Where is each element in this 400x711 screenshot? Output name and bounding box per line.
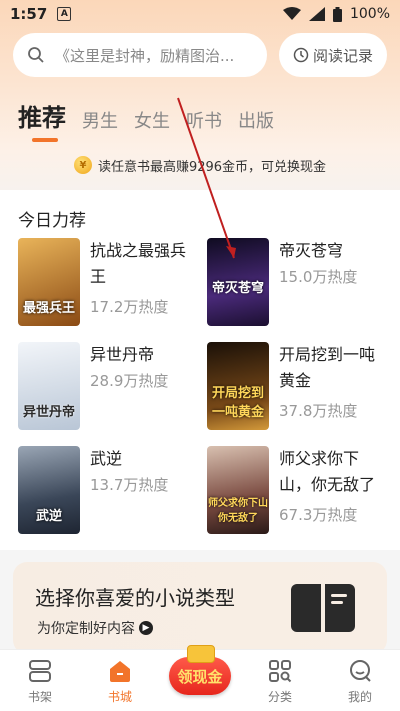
nav-profile[interactable]: 我的: [320, 650, 400, 711]
book-cover[interactable]: 师父求你下山你无敌了: [207, 446, 269, 534]
tab-published[interactable]: 出版: [238, 107, 274, 133]
coin-promo-banner[interactable]: ¥ 读任意书最高赚9296金币，可兑换现金: [0, 148, 400, 182]
tab-female[interactable]: 女生: [134, 107, 170, 133]
book-title: 师父求你下山，你无敌了: [279, 449, 376, 494]
nav-category[interactable]: 分类: [240, 650, 320, 711]
bookshelf-icon: [29, 660, 51, 682]
clock-icon: [293, 47, 309, 63]
bottom-nav: 书架 书城 领现金 分类 我的: [0, 645, 400, 711]
category-icon: [269, 660, 292, 683]
book-heat: 17.2万热度: [90, 298, 169, 316]
category-tabs: 推荐 男生 女生 听书 出版: [18, 93, 274, 142]
open-book-icon: [291, 584, 355, 632]
nav-bookshelf[interactable]: 书架: [0, 650, 80, 711]
genre-preference-card[interactable]: 选择你喜爱的小说类型 为你定制好内容 ▶: [13, 562, 387, 654]
book-heat: 13.7万热度: [90, 476, 169, 494]
genre-card-subtitle-text: 为你定制好内容: [37, 621, 135, 637]
wifi-icon: [282, 7, 301, 20]
cover-title: 武逆: [35, 509, 62, 524]
book-item[interactable]: 异世丹帝 异世丹帝 28.9万热度: [18, 342, 208, 432]
cover-title: 异世丹帝: [22, 405, 75, 420]
coin-icon: ¥: [73, 156, 92, 174]
book-title: 异世丹帝: [90, 345, 155, 364]
book-item[interactable]: 帝灭苍穹 帝灭苍穹 15.0万热度: [207, 238, 397, 328]
signal-icon: [308, 7, 325, 21]
battery-percent: 100%: [349, 6, 390, 22]
reading-history-label: 阅读记录: [312, 46, 373, 65]
book-heat: 15.0万热度: [279, 268, 358, 286]
nav-bookshelf-label: 书架: [27, 690, 52, 704]
book-item[interactable]: 开局挖到一吨黄金 开局挖到一吨黄金 37.8万热度: [207, 342, 397, 432]
status-bar: 1:57 A 100%: [0, 0, 400, 28]
profile-icon: [350, 660, 371, 682]
book-title: 武逆: [90, 449, 123, 468]
tab-male[interactable]: 男生: [82, 107, 118, 133]
battery-icon: [332, 6, 342, 22]
tab-recommend[interactable]: 推荐: [18, 98, 66, 142]
search-icon: [28, 47, 44, 63]
book-heat: 67.3万热度: [279, 506, 358, 524]
book-heat: 37.8万热度: [279, 402, 358, 420]
recommend-card: 今日力荐 最强兵王 抗战之最强兵王 17.2万热度 帝灭苍穹 帝灭苍穹 15.0…: [0, 190, 400, 550]
cover-title: 帝灭苍穹: [211, 281, 264, 296]
book-item[interactable]: 最强兵王 抗战之最强兵王 17.2万热度: [18, 238, 208, 328]
book-cover[interactable]: 帝灭苍穹: [207, 238, 269, 326]
tab-audiobook[interactable]: 听书: [186, 107, 222, 133]
cover-title: 最强兵王: [22, 301, 75, 316]
reading-history-button[interactable]: 阅读记录: [279, 33, 387, 77]
nav-category-label: 分类: [267, 690, 292, 704]
nav-bookstore[interactable]: 书城: [80, 650, 160, 711]
genre-card-subtitle: 为你定制好内容 ▶: [37, 618, 153, 638]
cash-icon: 领现金: [169, 645, 231, 695]
home-icon: [110, 661, 130, 682]
book-title: 开局挖到一吨黄金: [279, 345, 376, 390]
book-cover[interactable]: 最强兵王: [18, 238, 80, 326]
book-cover[interactable]: 武逆: [18, 446, 80, 534]
book-cover[interactable]: 开局挖到一吨黄金: [207, 342, 269, 430]
book-title: 帝灭苍穹: [279, 241, 344, 260]
nav-get-cash[interactable]: 领现金: [160, 645, 240, 711]
promo-text: 读任意书最高赚9296金币，可兑换现金: [97, 159, 327, 175]
search-input[interactable]: 《这里是封神，励精图治...: [13, 33, 267, 77]
book-title: 抗战之最强兵王: [90, 241, 187, 286]
book-cover[interactable]: 异世丹帝: [18, 342, 80, 430]
book-item[interactable]: 武逆 武逆 13.7万热度: [18, 446, 208, 536]
nav-get-cash-label: 领现金: [177, 667, 223, 686]
status-time: 1:57: [10, 5, 48, 23]
notification-icon: A: [57, 7, 72, 21]
book-heat: 28.9万热度: [90, 372, 169, 390]
nav-profile-label: 我的: [347, 690, 372, 704]
search-placeholder: 《这里是封神，励精图治...: [55, 46, 235, 65]
section-title: 今日力荐: [18, 211, 86, 231]
arrow-right-icon: ▶: [139, 621, 153, 635]
book-item[interactable]: 师父求你下山你无敌了 师父求你下山，你无敌了 67.3万热度: [207, 446, 397, 536]
genre-card-title: 选择你喜爱的小说类型: [35, 586, 235, 610]
nav-bookstore-label: 书城: [107, 690, 132, 704]
cover-title: 开局挖到一吨黄金: [211, 386, 264, 420]
cover-title: 师父求你下山你无敌了: [208, 498, 268, 524]
